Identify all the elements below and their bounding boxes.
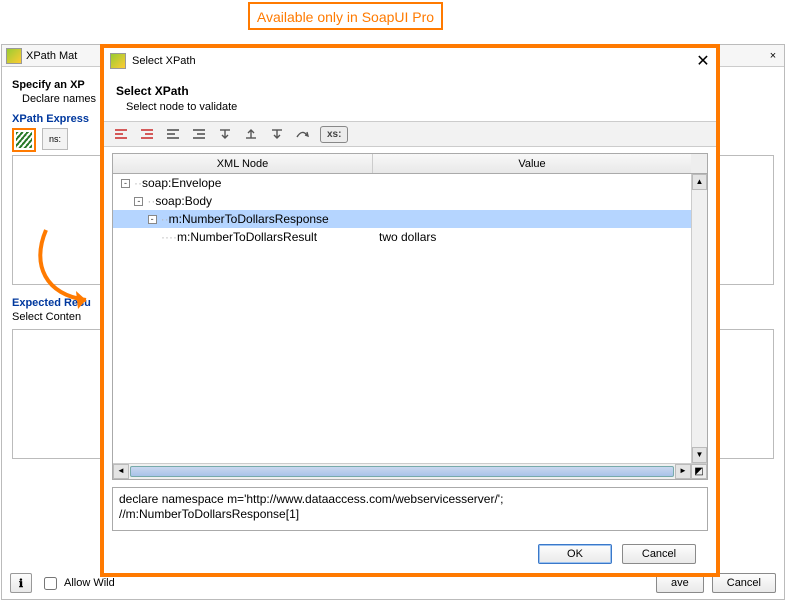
tree-node-label: ····m:NumberToDollarsResult: [113, 230, 373, 244]
header-corner: [691, 154, 707, 173]
close-icon[interactable]: ✕: [696, 51, 710, 71]
xpath-output-text[interactable]: declare namespace m='http://www.dataacce…: [112, 487, 708, 531]
collapse-down-icon[interactable]: [216, 126, 234, 142]
scroll-left-icon[interactable]: ◄: [113, 464, 129, 479]
step-over-icon[interactable]: [294, 126, 312, 142]
tree-row[interactable]: -··m:NumberToDollarsResponse: [113, 210, 707, 228]
pro-only-banner: Available only in SoapUI Pro: [248, 2, 443, 30]
align-right-icon[interactable]: [190, 126, 208, 142]
scroll-up-icon[interactable]: ▲: [692, 174, 707, 190]
column-xml-node[interactable]: XML Node: [113, 154, 373, 173]
scroll-right-icon[interactable]: ►: [675, 464, 691, 479]
parent-cancel-button[interactable]: Cancel: [712, 573, 776, 593]
align-left-icon[interactable]: [164, 126, 182, 142]
tree-toggle-icon[interactable]: -: [121, 179, 130, 188]
tree-row[interactable]: -··soap:Body: [113, 192, 707, 210]
allow-wildcards-input[interactable]: [44, 577, 57, 590]
vertical-scrollbar[interactable]: ▲ ▼: [691, 174, 707, 463]
tree-node-label: -··soap:Envelope: [113, 176, 373, 190]
info-icon: ℹ: [19, 577, 23, 590]
close-icon[interactable]: ×: [766, 50, 780, 62]
dialog-heading: Select XPath: [116, 84, 704, 98]
dialog-button-bar: OK Cancel: [104, 535, 716, 573]
tree-toggle-icon[interactable]: -: [148, 215, 157, 224]
tree-body[interactable]: -··soap:Envelope -··soap:Body -··m:Numbe…: [113, 174, 707, 463]
scroll-down-icon[interactable]: ▼: [692, 447, 707, 463]
tree-row[interactable]: ····m:NumberToDollarsResulttwo dollars: [113, 228, 707, 246]
tree-row[interactable]: -··soap:Envelope: [113, 174, 707, 192]
cancel-button[interactable]: Cancel: [622, 544, 696, 564]
callout-arrow-icon: [26, 225, 96, 315]
dialog-titlebar: Select XPath ✕: [104, 48, 716, 74]
allow-wildcards-label: Allow Wild: [64, 577, 115, 589]
xs-toggle-button[interactable]: xs:: [320, 126, 348, 143]
tree-leaf-icon: ··: [161, 230, 169, 244]
dialog-subheading: Select node to validate: [126, 101, 704, 113]
column-value[interactable]: Value: [373, 154, 691, 173]
tree-header: XML Node Value: [113, 154, 707, 174]
tree-toggle-icon[interactable]: -: [134, 197, 143, 206]
expand-up-icon[interactable]: [242, 126, 260, 142]
declare-ns-button[interactable]: ns:: [42, 128, 68, 150]
dialog-header: Select XPath Select node to validate: [104, 74, 716, 121]
xml-tree-panel: XML Node Value -··soap:Envelope -··soap:…: [112, 153, 708, 480]
align-right-red-icon[interactable]: [138, 126, 156, 142]
horizontal-scrollbar[interactable]: ◄ ► ◩: [113, 463, 707, 479]
app-icon: [110, 53, 126, 69]
select-xpath-dialog: Select XPath ✕ Select XPath Select node …: [100, 44, 720, 577]
dialog-title: Select XPath: [132, 55, 696, 67]
app-icon: [6, 48, 22, 64]
scroll-thumb[interactable]: [130, 466, 674, 477]
tree-node-label: -··soap:Body: [113, 194, 373, 208]
align-left-red-icon[interactable]: [112, 126, 130, 142]
xpath-tree-icon: [16, 132, 32, 148]
tree-node-label: -··m:NumberToDollarsResponse: [113, 212, 373, 226]
help-button[interactable]: ℹ: [10, 573, 32, 593]
select-xpath-toolbar-button[interactable]: [12, 128, 36, 152]
dialog-toolbar: xs:: [104, 121, 716, 147]
ok-button[interactable]: OK: [538, 544, 612, 564]
tree-node-value: two dollars: [373, 230, 707, 244]
resize-corner-icon[interactable]: ◩: [691, 464, 707, 479]
collapse-down-alt-icon[interactable]: [268, 126, 286, 142]
